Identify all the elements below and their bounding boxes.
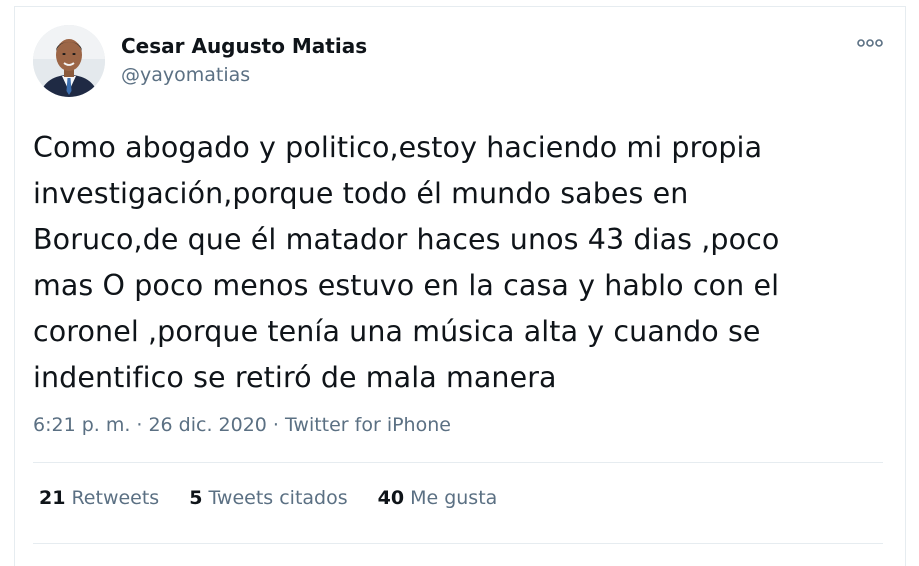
tweet-stats: 21 Retweets 5 Tweets citados 40 Me gusta: [39, 487, 527, 509]
tweet-date[interactable]: 26 dic. 2020: [148, 414, 266, 436]
likes-label: Me gusta: [410, 487, 498, 509]
divider: [33, 462, 883, 463]
tweet-source[interactable]: Twitter for iPhone: [285, 414, 451, 436]
author-handle[interactable]: @yayomatias: [121, 64, 250, 86]
tweet-card: Cesar Augusto Matias @yayomatias Como ab…: [14, 6, 906, 566]
avatar[interactable]: [33, 25, 105, 97]
quote-tweets-label: Tweets citados: [208, 487, 348, 509]
meta-separator: ·: [272, 414, 279, 436]
tweet-meta: 6:21 p. m. · 26 dic. 2020 · Twitter for …: [33, 414, 451, 436]
author-name[interactable]: Cesar Augusto Matias: [121, 34, 367, 58]
retweets-label: Retweets: [71, 487, 160, 509]
profile-photo-icon: [33, 25, 105, 97]
retweets-stat[interactable]: 21 Retweets: [39, 487, 159, 509]
likes-stat[interactable]: 40 Me gusta: [378, 487, 498, 509]
meta-separator: ·: [136, 414, 143, 436]
likes-count: 40: [377, 487, 405, 509]
tweet-text: Como abogado y politico,estoy haciendo m…: [33, 131, 780, 394]
quote-tweets-stat[interactable]: 5 Tweets citados: [189, 487, 347, 509]
more-options-icon: [857, 39, 883, 47]
tweet-time[interactable]: 6:21 p. m.: [33, 414, 130, 436]
retweets-count: 21: [39, 487, 66, 509]
more-options-button[interactable]: [855, 33, 885, 53]
quote-tweets-count: 5: [189, 487, 203, 509]
